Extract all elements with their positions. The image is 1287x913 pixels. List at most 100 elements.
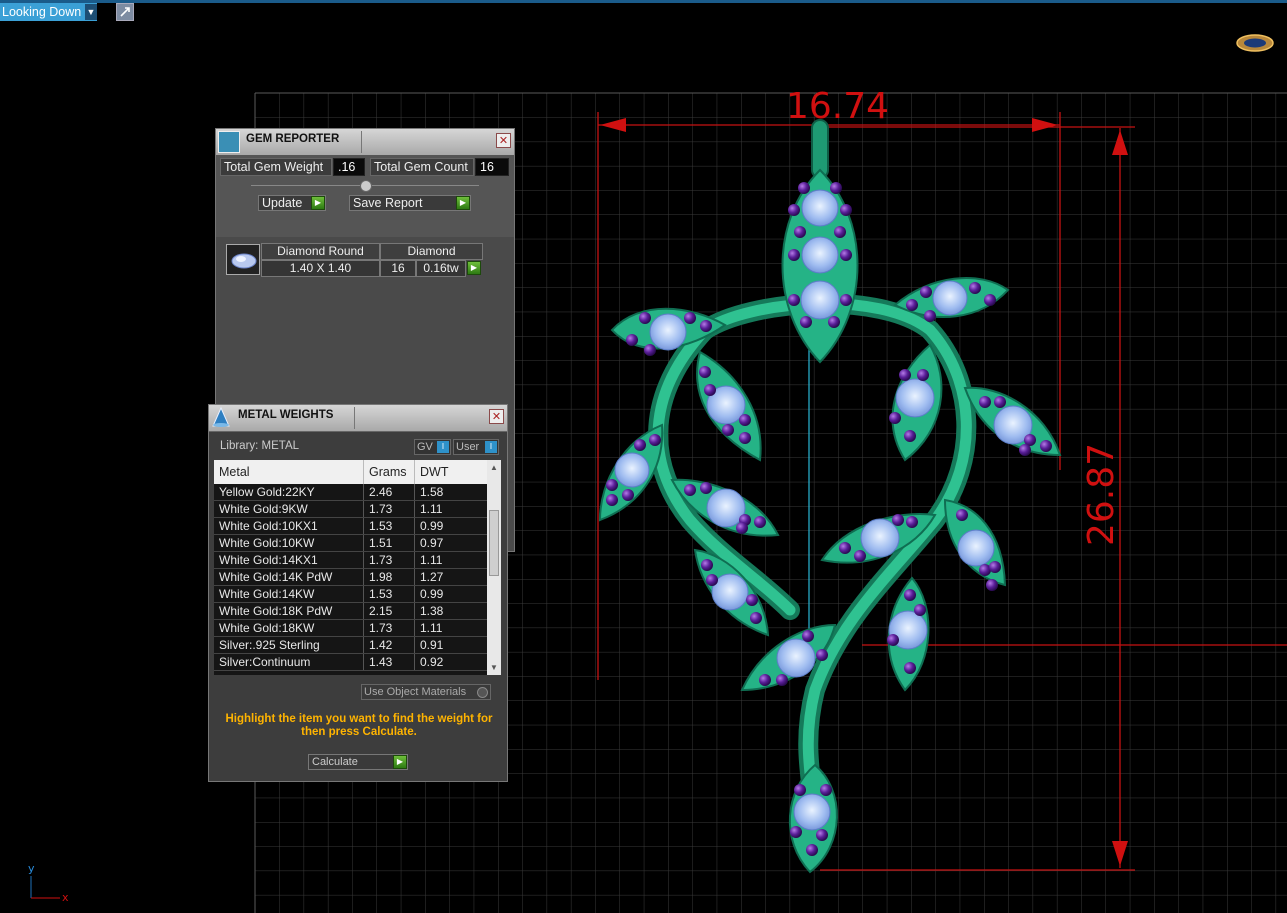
- total-gem-weight-value: .16: [333, 158, 365, 176]
- dwt-cell: 1.11: [420, 502, 443, 516]
- gv-toggle-indicator: I: [437, 441, 449, 453]
- scroll-up-icon[interactable]: ▲: [490, 463, 498, 472]
- metal-name-cell: Yellow Gold:22KY: [214, 484, 364, 500]
- svg-text:y: y: [28, 862, 35, 875]
- metal-weights-icon: [210, 406, 232, 428]
- scroll-down-icon[interactable]: ▼: [490, 663, 498, 672]
- metal-name-cell: White Gold:9KW: [214, 501, 364, 517]
- metal-name-cell: White Gold:10KW: [214, 535, 364, 551]
- grams-cell: 1.53: [364, 586, 415, 602]
- dwt-cell: 1.11: [420, 621, 443, 635]
- grams-cell: 1.43: [364, 654, 415, 670]
- table-row[interactable]: White Gold:14KW 1.53 0.99: [214, 586, 487, 603]
- metal-name-cell: White Gold:14KX1: [214, 552, 364, 568]
- title-divider: [354, 407, 355, 429]
- table-row[interactable]: White Gold:18KW 1.73 1.11: [214, 620, 487, 637]
- dwt-cell: 1.27: [420, 570, 444, 584]
- grams-cell: 1.51: [364, 535, 415, 551]
- gem-reporter-title: GEM REPORTER: [246, 133, 340, 145]
- slider-handle-icon[interactable]: [360, 180, 372, 192]
- metal-table-scrollbar[interactable]: ▲ ▼: [487, 460, 501, 675]
- width-dimension: 16.74: [786, 86, 889, 127]
- calculate-hint: Highlight the item you want to find the …: [225, 713, 493, 738]
- gem-reporter-titlebar[interactable]: GEM REPORTER ✕: [216, 129, 514, 156]
- gem-row[interactable]: Diamond Round Diamond 1.40 X 1.40 16 0.1…: [224, 243, 492, 277]
- view-cube-icon[interactable]: [1236, 34, 1274, 52]
- table-row[interactable]: White Gold:14KX1 1.73 1.11: [214, 552, 487, 569]
- grams-cell: 1.42: [364, 637, 415, 653]
- user-toggle-indicator: I: [485, 441, 497, 453]
- diamond-thumbnail-icon: [226, 244, 260, 275]
- gv-toggle[interactable]: GV I: [414, 439, 451, 455]
- gem-reporter-icon: [218, 131, 240, 153]
- dwt-cell: 1.38: [420, 604, 444, 618]
- metal-name-cell: Silver:Continuum: [214, 654, 364, 670]
- grams-cell: 1.98: [364, 569, 415, 585]
- grams-cell: 2.46: [364, 484, 415, 500]
- metal-name-cell: White Gold:10KX1: [214, 518, 364, 534]
- grams-cell: 1.73: [364, 620, 415, 636]
- dwt-cell: 0.91: [420, 638, 444, 652]
- table-row[interactable]: Silver:.925 Sterling 1.42 0.91: [214, 637, 487, 654]
- gem-size: 1.40 X 1.40: [261, 260, 380, 277]
- update-play-icon[interactable]: ▶: [311, 196, 325, 210]
- table-row[interactable]: Yellow Gold:22KY 2.46 1.58: [214, 484, 487, 501]
- metal-weights-title: METAL WEIGHTS: [238, 409, 334, 421]
- height-dimension: 26.87: [1081, 443, 1122, 546]
- column-grams[interactable]: Grams: [364, 460, 415, 484]
- metal-table: Metal Grams DWT Yellow Gold:22KY 2.46 1.58…: [214, 460, 487, 675]
- grams-cell: 2.15: [364, 603, 415, 619]
- gem-reporter-close-icon[interactable]: ✕: [496, 133, 511, 148]
- title-divider: [361, 131, 362, 153]
- save-report-button[interactable]: Save Report: [349, 195, 471, 211]
- gem-reporter-summary: Total Gem Weight .16 Total Gem Count 16 …: [216, 155, 514, 237]
- gem-count: 16: [380, 260, 416, 277]
- navigate-icon[interactable]: [116, 3, 134, 21]
- total-gem-count-label: Total Gem Count: [370, 158, 474, 176]
- table-row[interactable]: White Gold:14K PdW 1.98 1.27: [214, 569, 487, 586]
- view-selector-label: Looking Down: [2, 5, 82, 19]
- gem-material: Diamond: [380, 243, 483, 260]
- gem-shape: Diamond Round: [261, 243, 380, 260]
- grams-cell: 1.73: [364, 501, 415, 517]
- radio-icon: [477, 687, 488, 698]
- calculate-play-icon[interactable]: ▶: [393, 755, 407, 769]
- metal-name-cell: Silver:.925 Sterling: [214, 637, 364, 653]
- axis-indicator: y x: [28, 862, 69, 904]
- scroll-thumb[interactable]: [489, 510, 499, 576]
- metal-name-cell: White Gold:18K PdW: [214, 603, 364, 619]
- gem-row-play-icon[interactable]: ▶: [467, 261, 481, 275]
- metal-table-header: Metal Grams DWT: [214, 460, 487, 484]
- dwt-cell: 0.92: [420, 655, 444, 669]
- column-dwt[interactable]: DWT: [415, 460, 487, 484]
- table-row[interactable]: White Gold:10KX1 1.53 0.99: [214, 518, 487, 535]
- user-toggle[interactable]: User I: [453, 439, 499, 455]
- column-metal[interactable]: Metal: [214, 460, 364, 484]
- view-selector[interactable]: Looking Down ▼: [0, 3, 97, 21]
- dwt-cell: 0.97: [420, 536, 444, 550]
- viewport[interactable]: 16.74 26.87 y x: [0, 0, 1287, 913]
- library-label: Library: METAL: [220, 440, 300, 452]
- metal-weights-titlebar[interactable]: METAL WEIGHTS ✕: [209, 405, 507, 432]
- total-gem-count-value: 16: [475, 158, 509, 176]
- metal-weights-close-icon[interactable]: ✕: [489, 409, 504, 424]
- use-object-materials-toggle[interactable]: Use Object Materials: [361, 684, 491, 700]
- svg-text:x: x: [62, 891, 69, 904]
- dwt-cell: 0.99: [420, 519, 444, 533]
- table-row[interactable]: White Gold:10KW 1.51 0.97: [214, 535, 487, 552]
- metal-name-cell: White Gold:14K PdW: [214, 569, 364, 585]
- table-row[interactable]: White Gold:18K PdW 2.15 1.38: [214, 603, 487, 620]
- dwt-cell: 1.58: [420, 485, 444, 499]
- total-gem-weight-label: Total Gem Weight: [220, 158, 332, 176]
- grams-cell: 1.53: [364, 518, 415, 534]
- top-strip: [0, 0, 1287, 3]
- table-row[interactable]: White Gold:9KW 1.73 1.11: [214, 501, 487, 518]
- save-report-play-icon[interactable]: ▶: [456, 196, 470, 210]
- metal-name-cell: White Gold:14KW: [214, 586, 364, 602]
- metal-name-cell: White Gold:18KW: [214, 620, 364, 636]
- grams-cell: 1.73: [364, 552, 415, 568]
- chevron-down-icon[interactable]: ▼: [85, 4, 97, 20]
- table-row[interactable]: Silver:Continuum 1.43 0.92: [214, 654, 487, 671]
- dwt-cell: 0.99: [420, 587, 444, 601]
- metal-weights-panel: METAL WEIGHTS ✕ Library: METAL GV I User I…: [208, 404, 508, 782]
